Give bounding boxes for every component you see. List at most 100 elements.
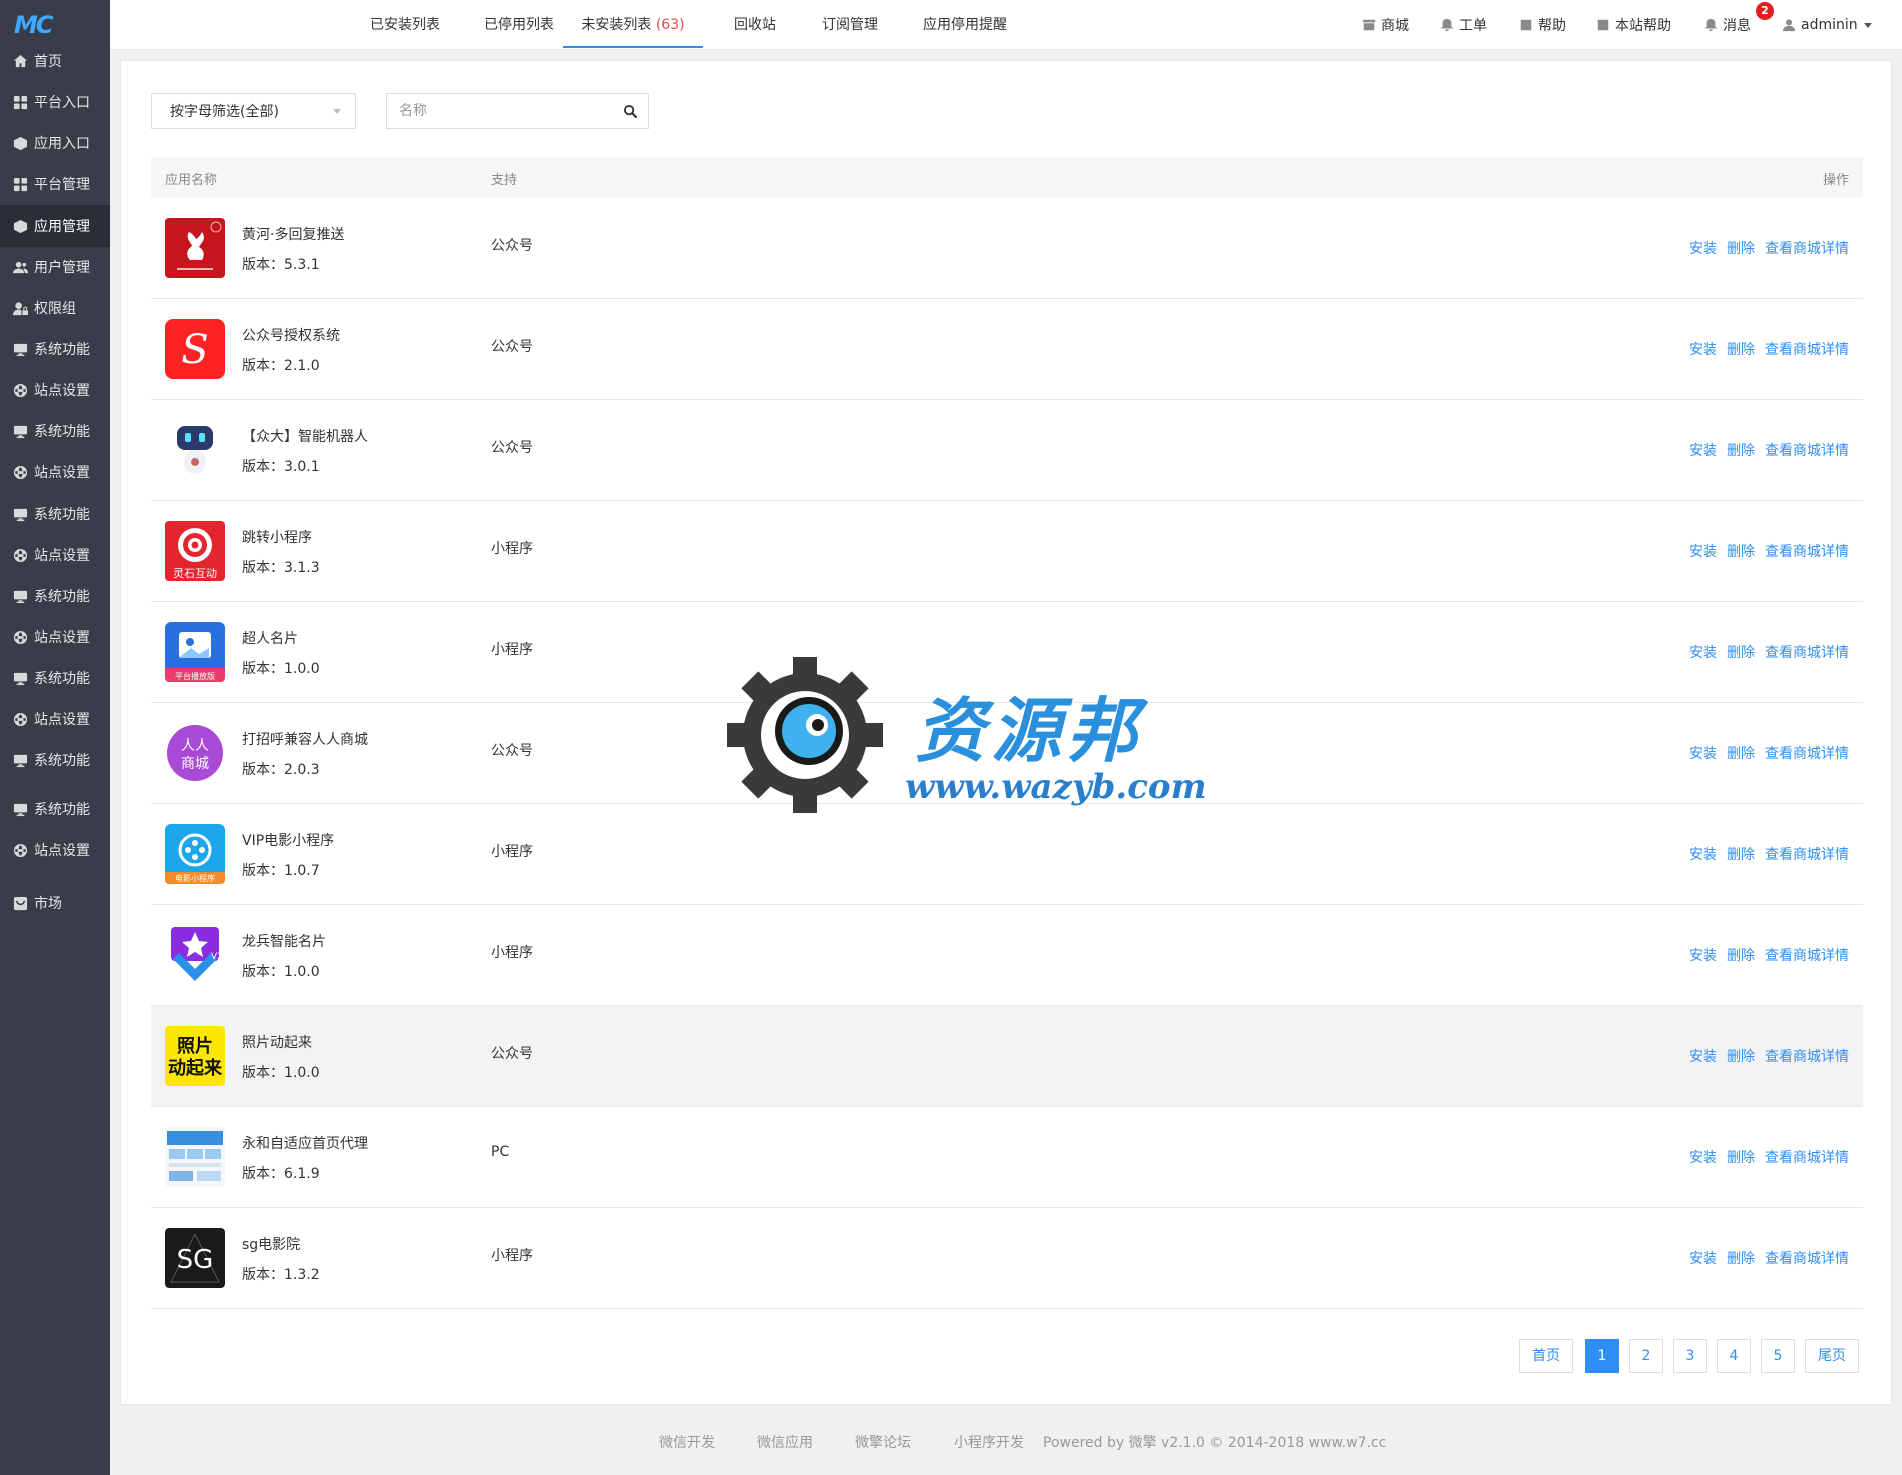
sidebar-item[interactable]: 站点设置 bbox=[0, 534, 110, 576]
user-lock-icon bbox=[12, 300, 28, 316]
sidebar-item[interactable]: 应用管理 bbox=[0, 205, 110, 247]
table-row: 永和自适应首页代理 版本：6.1.9 PC 安装 删除 查看商城详情 bbox=[151, 1107, 1863, 1208]
sidebar-item[interactable]: 系统功能 bbox=[0, 493, 110, 535]
sidebar-item[interactable]: 系统功能 bbox=[0, 657, 110, 699]
pager-page[interactable]: 2 bbox=[1629, 1339, 1663, 1373]
install-link[interactable]: 安装 bbox=[1689, 443, 1717, 459]
footer-link[interactable]: 微擎论坛 bbox=[855, 1432, 911, 1452]
sidebar-item[interactable]: 平台管理 bbox=[0, 163, 110, 205]
globe-icon bbox=[12, 464, 28, 480]
sidebar-item[interactable]: 系统功能 bbox=[0, 788, 110, 830]
store-detail-link[interactable]: 查看商城详情 bbox=[1765, 443, 1849, 459]
site-help-link[interactable]: 本站帮助 bbox=[1596, 0, 1671, 50]
letter-filter-select[interactable]: 按字母筛选(全部) bbox=[151, 93, 356, 129]
store-detail-link[interactable]: 查看商城详情 bbox=[1765, 645, 1849, 661]
sidebar-item-label: 站点设置 bbox=[34, 548, 90, 564]
sidebar-item[interactable]: 系统功能 bbox=[0, 575, 110, 617]
install-link[interactable]: 安装 bbox=[1689, 645, 1717, 661]
user-menu[interactable]: adminin bbox=[1782, 0, 1872, 50]
sidebar-item[interactable]: 首页 bbox=[0, 40, 110, 82]
store-detail-link[interactable]: 查看商城详情 bbox=[1765, 1251, 1849, 1267]
tab-uninstalled[interactable]: 未安装列表 (63) bbox=[563, 0, 703, 48]
tab-recycle-bin[interactable]: 回收站 bbox=[715, 0, 795, 48]
sidebar-item[interactable]: 系统功能 bbox=[0, 328, 110, 370]
footer-link[interactable]: 微信开发 bbox=[659, 1432, 715, 1452]
pager-page[interactable]: 3 bbox=[1673, 1339, 1707, 1373]
install-link[interactable]: 安装 bbox=[1689, 342, 1717, 358]
store-detail-link[interactable]: 查看商城详情 bbox=[1765, 1049, 1849, 1065]
tab-subscriptions[interactable]: 订阅管理 bbox=[800, 0, 900, 48]
install-link[interactable]: 安装 bbox=[1689, 241, 1717, 257]
sidebar-item[interactable]: 系统功能 bbox=[0, 739, 110, 781]
search-input[interactable] bbox=[387, 94, 607, 128]
delete-link[interactable]: 删除 bbox=[1727, 645, 1755, 661]
sidebar-item-label: 系统功能 bbox=[34, 671, 90, 687]
delete-link[interactable]: 删除 bbox=[1727, 342, 1755, 358]
pager-page[interactable]: 5 bbox=[1761, 1339, 1795, 1373]
delete-link[interactable]: 删除 bbox=[1727, 241, 1755, 257]
store-detail-link[interactable]: 查看商城详情 bbox=[1765, 847, 1849, 863]
app-name: sg电影院 bbox=[242, 1237, 301, 1253]
tab-disable-reminder[interactable]: 应用停用提醒 bbox=[905, 0, 1025, 48]
install-link[interactable]: 安装 bbox=[1689, 1150, 1717, 1166]
app-support: 公众号 bbox=[491, 440, 533, 456]
delete-link[interactable]: 删除 bbox=[1727, 847, 1755, 863]
caret-down-icon bbox=[333, 109, 341, 114]
delete-link[interactable]: 删除 bbox=[1727, 1049, 1755, 1065]
sidebar-item[interactable]: 用户管理 bbox=[0, 246, 110, 288]
app-version: 版本：1.0.7 bbox=[242, 863, 320, 879]
sidebar-item[interactable]: 站点设置 bbox=[0, 616, 110, 658]
sidebar-item[interactable]: 系统功能 bbox=[0, 410, 110, 452]
footer-link[interactable]: 小程序开发 bbox=[954, 1432, 1024, 1452]
grid-icon bbox=[12, 94, 28, 110]
user-icon bbox=[12, 259, 28, 275]
store-detail-link[interactable]: 查看商城详情 bbox=[1765, 342, 1849, 358]
pager-page[interactable]: 1 bbox=[1585, 1339, 1619, 1373]
tab-installed[interactable]: 已安装列表 bbox=[353, 0, 457, 48]
sidebar-item[interactable]: 站点设置 bbox=[0, 829, 110, 871]
messages-link[interactable]: 消息 bbox=[1704, 0, 1751, 50]
sidebar-item[interactable]: 站点设置 bbox=[0, 451, 110, 493]
delete-link[interactable]: 删除 bbox=[1727, 443, 1755, 459]
install-link[interactable]: 安装 bbox=[1689, 544, 1717, 560]
app-support: 公众号 bbox=[491, 339, 533, 355]
shop-link[interactable]: 商城 bbox=[1362, 0, 1409, 50]
pager-last[interactable]: 尾页 bbox=[1805, 1339, 1859, 1373]
install-link[interactable]: 安装 bbox=[1689, 1049, 1717, 1065]
install-link[interactable]: 安装 bbox=[1689, 746, 1717, 762]
app-name: 跳转小程序 bbox=[242, 530, 312, 546]
help-link[interactable]: 帮助 bbox=[1519, 0, 1566, 50]
pager-page[interactable]: 4 bbox=[1717, 1339, 1751, 1373]
sidebar-item[interactable]: 权限组 bbox=[0, 287, 110, 329]
install-link[interactable]: 安装 bbox=[1689, 1251, 1717, 1267]
store-detail-link[interactable]: 查看商城详情 bbox=[1765, 241, 1849, 257]
app-version: 版本：2.1.0 bbox=[242, 358, 320, 374]
delete-link[interactable]: 删除 bbox=[1727, 948, 1755, 964]
install-link[interactable]: 安装 bbox=[1689, 847, 1717, 863]
sidebar-item[interactable]: 平台入口 bbox=[0, 81, 110, 123]
tab-disabled[interactable]: 已停用列表 bbox=[467, 0, 571, 48]
app-icon: 电影小程序 bbox=[165, 824, 225, 884]
delete-link[interactable]: 删除 bbox=[1727, 544, 1755, 560]
ticket-link[interactable]: 工单 bbox=[1440, 0, 1487, 50]
store-detail-link[interactable]: 查看商城详情 bbox=[1765, 544, 1849, 560]
row-actions: 安装 删除 查看商城详情 bbox=[1679, 844, 1849, 864]
sidebar-item[interactable]: 站点设置 bbox=[0, 698, 110, 740]
store-detail-link[interactable]: 查看商城详情 bbox=[1765, 746, 1849, 762]
sidebar-item-label: 系统功能 bbox=[34, 342, 90, 358]
store-detail-link[interactable]: 查看商城详情 bbox=[1765, 1150, 1849, 1166]
search-icon[interactable] bbox=[623, 104, 638, 119]
app-name: 永和自适应首页代理 bbox=[242, 1136, 368, 1152]
install-link[interactable]: 安装 bbox=[1689, 948, 1717, 964]
footer-link[interactable]: 微信应用 bbox=[757, 1432, 813, 1452]
sidebar-item[interactable]: 市场 bbox=[0, 882, 110, 924]
row-actions: 安装 删除 查看商城详情 bbox=[1679, 238, 1849, 258]
delete-link[interactable]: 删除 bbox=[1727, 1150, 1755, 1166]
row-actions: 安装 删除 查看商城详情 bbox=[1679, 1248, 1849, 1268]
pager-first[interactable]: 首页 bbox=[1519, 1339, 1573, 1373]
sidebar-item[interactable]: 应用入口 bbox=[0, 122, 110, 164]
store-detail-link[interactable]: 查看商城详情 bbox=[1765, 948, 1849, 964]
delete-link[interactable]: 删除 bbox=[1727, 746, 1755, 762]
sidebar-item[interactable]: 站点设置 bbox=[0, 369, 110, 411]
delete-link[interactable]: 删除 bbox=[1727, 1251, 1755, 1267]
